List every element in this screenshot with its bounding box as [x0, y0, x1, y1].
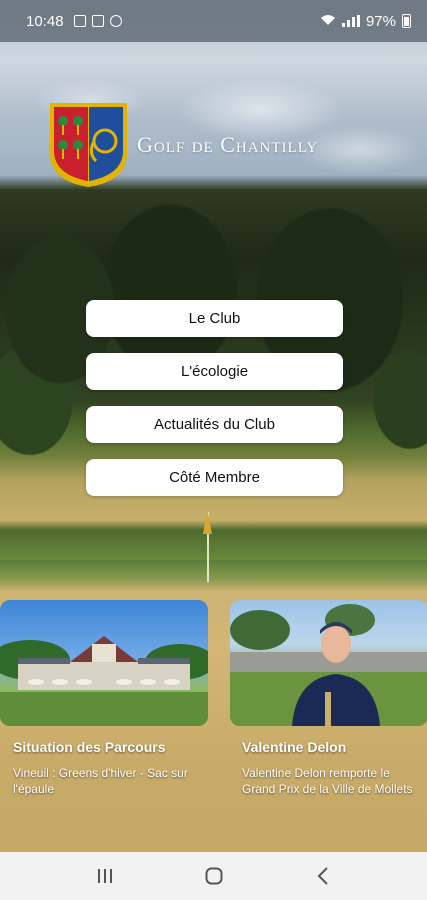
- notification-sync-icon: [109, 15, 122, 27]
- system-nav-bar: [0, 852, 427, 900]
- status-right: 97%: [320, 13, 411, 30]
- fairway: [0, 560, 427, 590]
- news-card-description: Vineuil : Greens d'hiver - Sac sur l'épa…: [13, 766, 188, 796]
- menu-button-le-club[interactable]: Le Club: [86, 300, 343, 337]
- menu-button-ecologie[interactable]: L'écologie: [86, 353, 343, 390]
- player-photo: [230, 600, 427, 726]
- battery-percent: 97%: [365, 12, 396, 30]
- notification-news-icon: [91, 15, 104, 27]
- club-name: Golf de Chantilly: [137, 132, 319, 157]
- news-card[interactable]: Situation des Parcours Vineuil : Greens …: [0, 600, 208, 805]
- status-left: 10:48: [26, 13, 122, 30]
- wifi-icon: [320, 13, 336, 30]
- status-time: 10:48: [26, 12, 64, 30]
- news-card[interactable]: Valentine Delon Valentine Delon remporte…: [230, 600, 427, 805]
- club-logo: Golf de Chantilly: [48, 101, 318, 189]
- home-icon[interactable]: [194, 856, 234, 896]
- signal-icon: [341, 15, 360, 27]
- news-card-title: Situation des Parcours: [13, 739, 166, 755]
- battery-icon: [402, 14, 411, 28]
- news-carousel[interactable]: Situation des Parcours Vineuil : Greens …: [0, 600, 427, 805]
- back-icon[interactable]: [303, 856, 343, 896]
- clubhouse-photo: [0, 600, 208, 726]
- news-card-description: Valentine Delon remporte le Grand Prix d…: [242, 766, 413, 796]
- club-crest-icon: [48, 101, 129, 189]
- app-screen: 10:48 97% Golf de Chantilly Le Club L'éc…: [0, 0, 427, 900]
- menu-button-cote-membre[interactable]: Côté Membre: [86, 459, 343, 496]
- main-menu: Le Club L'écologie Actualités du Club Cô…: [86, 300, 343, 512]
- menu-button-actualites[interactable]: Actualités du Club: [86, 406, 343, 443]
- recent-apps-icon[interactable]: [85, 856, 125, 896]
- notification-app-icon: [73, 15, 86, 27]
- status-bar: 10:48 97%: [0, 0, 427, 42]
- news-card-title: Valentine Delon: [242, 739, 347, 755]
